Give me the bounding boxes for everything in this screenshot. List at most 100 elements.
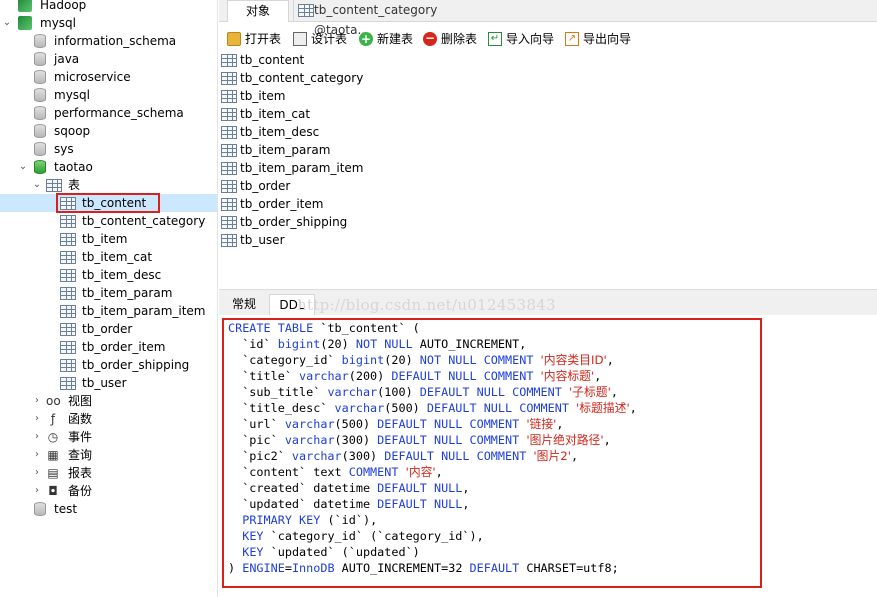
object-list-item[interactable]: tb_item_param <box>221 141 421 159</box>
table-icon <box>221 234 237 247</box>
object-list-item[interactable]: tb_user <box>221 231 421 249</box>
chevron-down-icon[interactable]: ⌄ <box>18 158 28 176</box>
tree-item[interactable]: test <box>0 500 217 518</box>
tree-item[interactable]: tb_item <box>0 230 217 248</box>
chevron-right-icon[interactable]: › <box>32 464 42 482</box>
tree-item[interactable]: performance_schema <box>0 104 217 122</box>
sql-text: , <box>606 353 614 367</box>
tree-item[interactable]: ⌄ taotao <box>0 158 217 176</box>
tab-objects[interactable]: 对象 <box>227 0 289 22</box>
tree-item[interactable]: › ▦ 查询 <box>0 446 217 464</box>
open-table-label: 打开表 <box>245 32 282 46</box>
database-icon <box>34 34 46 48</box>
table-icon <box>221 90 237 103</box>
ddl-panel[interactable]: CREATE TABLE `tb_content` ( `id` bigint(… <box>219 315 877 597</box>
import-wizard-label: 导入向导 <box>506 32 555 46</box>
chevron-right-icon[interactable]: › <box>32 392 42 410</box>
chevron-down-icon[interactable]: ⌄ <box>32 176 42 194</box>
tree-item-label: 事件 <box>68 430 93 444</box>
tree-item[interactable]: tb_user <box>0 374 217 392</box>
sql-text: `sub_title` <box>228 385 328 399</box>
tab-table-query[interactable]: tb_content_category @taota... <box>293 0 493 37</box>
sql-text: `updated` (`updated`) <box>263 545 420 559</box>
sql-text: (500) <box>334 417 378 431</box>
delete-table-button[interactable]: − 删除表 <box>421 29 477 49</box>
table-icon <box>298 4 314 17</box>
table-icon <box>60 251 76 264</box>
ddl-line: KEY `category_id` (`category_id`), <box>228 528 484 544</box>
tree-item[interactable]: › oo 视图 <box>0 392 217 410</box>
tree-item[interactable]: › ◷ 事件 <box>0 428 217 446</box>
toolbar: 打开表 设计表 + 新建表 − 删除表 ↵ 导入向导 ↗ 导出向导 <box>219 27 877 51</box>
event-icon: ◷ <box>47 430 59 444</box>
sql-keyword: PRIMARY KEY <box>242 513 321 527</box>
tree-item[interactable]: tb_item_param <box>0 284 217 302</box>
tree-item[interactable]: › ▤ 报表 <box>0 464 217 482</box>
object-list-item-label: tb_order_item <box>240 197 324 211</box>
object-list-item[interactable]: tb_item_param_item <box>221 159 421 177</box>
object-list-item[interactable]: tb_content_category <box>221 69 421 87</box>
tree-item[interactable]: tb_item_cat <box>0 248 217 266</box>
tree-item[interactable]: tb_content_category <box>0 212 217 230</box>
tree-item[interactable]: tb_order_item <box>0 338 217 356</box>
new-table-button[interactable]: + 新建表 <box>357 29 413 49</box>
tree-item[interactable]: information_schema <box>0 32 217 50</box>
object-list-item[interactable]: tb_item_desc <box>221 123 421 141</box>
ddl-line: `title` varchar(200) DEFAULT NULL COMMEN… <box>228 368 601 384</box>
tree-item[interactable]: ⌄ mysql <box>0 14 217 32</box>
object-list-item-label: tb_item_cat <box>240 107 311 121</box>
design-table-label: 设计表 <box>311 32 348 46</box>
tree-item-label: tb_order_shipping <box>82 358 190 372</box>
sql-keyword: KEY <box>242 545 264 559</box>
chevron-right-icon[interactable]: › <box>32 482 42 500</box>
sql-string: '标题描述' <box>576 401 630 415</box>
tree-item[interactable]: mysql <box>0 86 217 104</box>
tab-general[interactable]: 常规 <box>225 294 263 316</box>
object-list-item[interactable]: tb_order_item <box>221 195 421 213</box>
design-table-button[interactable]: 设计表 <box>291 29 347 49</box>
chevron-down-icon[interactable]: ⌄ <box>2 14 12 32</box>
open-table-button[interactable]: 打开表 <box>225 29 281 49</box>
tree-item[interactable]: tb_item_param_item <box>0 302 217 320</box>
ddl-line: `updated` datetime DEFAULT NULL, <box>228 496 469 512</box>
tree-item[interactable]: tb_order <box>0 320 217 338</box>
chevron-right-icon[interactable]: › <box>32 428 42 446</box>
tree-item[interactable]: tb_order_shipping <box>0 356 217 374</box>
tree-item[interactable]: sys <box>0 140 217 158</box>
tree-item[interactable]: › ◘ 备份 <box>0 482 217 500</box>
object-list-item-label: tb_item <box>240 89 286 103</box>
sql-keyword: varchar <box>299 369 349 383</box>
table-icon <box>221 72 237 85</box>
tree-item[interactable]: java <box>0 50 217 68</box>
tree-item-label: tb_item_param <box>82 286 173 300</box>
sql-text: `tb_content` ( <box>313 321 420 335</box>
sql-keyword: DEFAULT <box>469 561 520 575</box>
object-list-item[interactable]: tb_order_shipping <box>221 213 421 231</box>
object-list-item[interactable]: tb_item_cat <box>221 105 421 123</box>
export-wizard-button[interactable]: ↗ 导出向导 <box>563 29 631 49</box>
sql-text: (20) <box>320 337 356 351</box>
chevron-right-icon[interactable]: › <box>32 410 42 428</box>
sql-keyword: CREATE TABLE <box>228 321 314 335</box>
ddl-line: `sub_title` varchar(100) DEFAULT NULL CO… <box>228 384 618 400</box>
sql-keyword: varchar <box>284 417 335 431</box>
object-list-item[interactable]: tb_content <box>221 51 421 69</box>
tree-item[interactable]: microservice <box>0 68 217 86</box>
chevron-right-icon[interactable]: › <box>32 446 42 464</box>
tree-item[interactable]: Hadoop <box>0 0 217 14</box>
tree-item[interactable]: › ƒ 函数 <box>0 410 217 428</box>
object-list-item[interactable]: tb_item <box>221 87 421 105</box>
tree-item[interactable]: tb_item_desc <box>0 266 217 284</box>
sql-string: '内容类目ID' <box>540 353 607 367</box>
import-wizard-button[interactable]: ↵ 导入向导 <box>486 29 554 49</box>
tree-item[interactable]: ⌄ 表 <box>0 176 217 194</box>
tree-item[interactable]: sqoop <box>0 122 217 140</box>
tree-item-label: mysql <box>40 16 76 30</box>
object-list-item-label: tb_content_category <box>240 71 364 85</box>
sql-keyword: DEFAULT NULL COMMENT <box>384 449 527 463</box>
object-list-item[interactable]: tb_order <box>221 177 421 195</box>
tree-item-label: 视图 <box>68 394 93 408</box>
sql-text: , <box>556 417 564 431</box>
